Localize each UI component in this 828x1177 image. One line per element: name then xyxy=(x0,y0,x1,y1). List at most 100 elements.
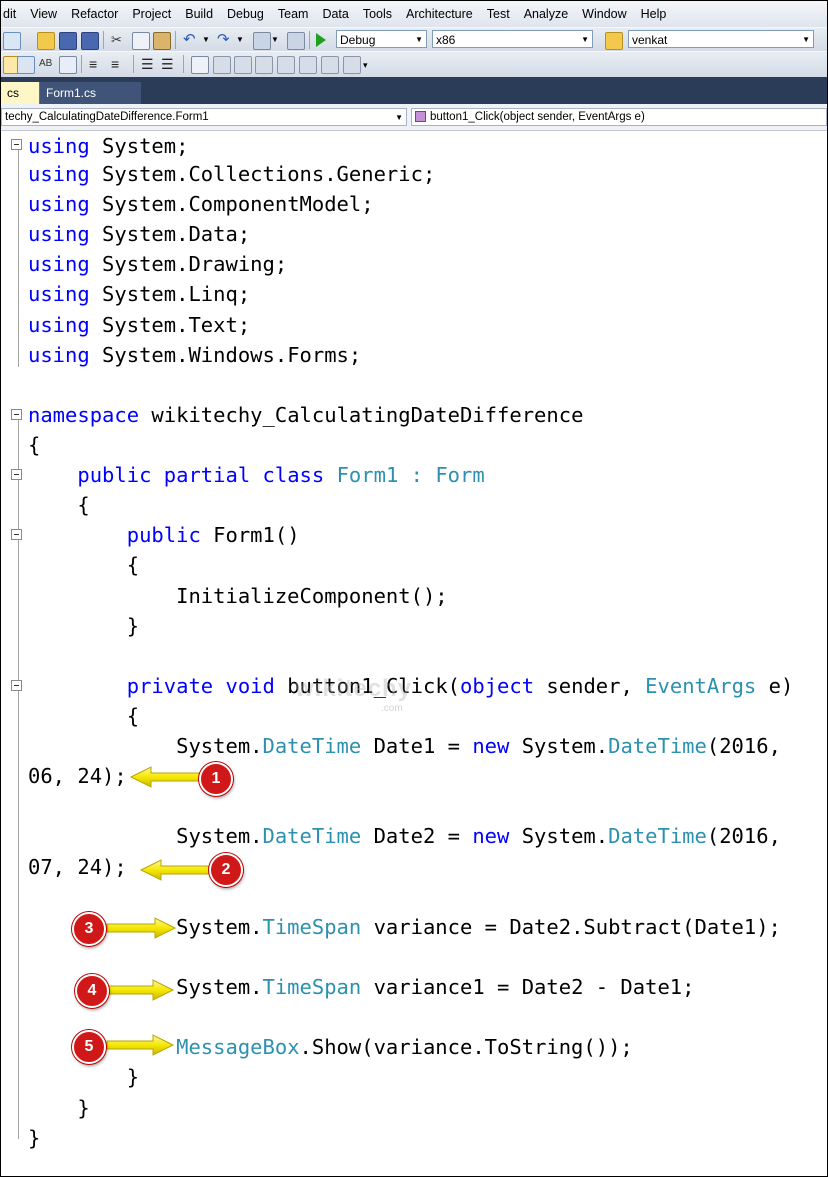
menu-analyze[interactable]: Analyze xyxy=(517,1,575,27)
code-type: MessageBox xyxy=(176,1035,300,1059)
decrease-indent-icon[interactable]: ≡ xyxy=(89,56,105,72)
member-select-value: button1_Click(object sender, EventArgs e… xyxy=(430,111,645,123)
redo-icon[interactable]: ↷ xyxy=(217,32,233,48)
menu-build[interactable]: Build xyxy=(178,1,220,27)
redo-dropdown-icon[interactable]: ▼ xyxy=(236,32,252,48)
code-text: e) xyxy=(756,674,794,698)
menu-project[interactable]: Project xyxy=(125,1,178,27)
code-keyword: class xyxy=(262,463,325,487)
save-icon[interactable] xyxy=(59,32,77,50)
menu-edit[interactable]: dit xyxy=(1,1,23,27)
watermark-logo: wikitechy xyxy=(295,675,413,702)
next-bookmark-document-icon[interactable] xyxy=(321,56,339,74)
open-folder-icon[interactable] xyxy=(37,32,55,50)
code-keyword: using xyxy=(28,134,90,158)
member-select[interactable]: button1_Click(object sender, EventArgs e… xyxy=(411,108,827,126)
toolbar-options-icon[interactable]: ▾ xyxy=(363,56,379,72)
code-line: using System; xyxy=(28,131,188,161)
code-keyword: using xyxy=(28,192,90,216)
navigate-backward-icon[interactable] xyxy=(253,32,271,50)
menu-help[interactable]: Help xyxy=(634,1,674,27)
menu-window[interactable]: Window xyxy=(575,1,633,27)
previous-bookmark-folder-icon[interactable] xyxy=(255,56,273,74)
chevron-down-icon: ▼ xyxy=(581,35,589,44)
navigate-forward-icon[interactable] xyxy=(287,32,305,50)
type-select[interactable]: techy_CalculatingDateDifference.Form1 ▼ xyxy=(1,108,407,126)
code-type: : xyxy=(398,463,436,487)
solution-configuration-value: Debug xyxy=(340,33,376,47)
code-keyword: new xyxy=(472,734,510,758)
type-select-value: techy_CalculatingDateDifference.Form1 xyxy=(5,111,209,123)
toolbar-separator xyxy=(183,55,184,73)
code-line: System.DateTime Date2 = new System.DateT… xyxy=(28,821,781,851)
menu-view[interactable]: View xyxy=(23,1,64,27)
code-text: System.Collections.Generic; xyxy=(89,162,436,186)
increase-indent-icon[interactable]: ≡ xyxy=(111,56,127,72)
new-project-icon[interactable] xyxy=(3,32,21,50)
step-marker-4: 4 xyxy=(75,974,109,1008)
save-all-icon[interactable] xyxy=(81,32,99,50)
code-line: System.TimeSpan variance1 = Date2 - Date… xyxy=(28,972,695,1002)
comment-lines-icon[interactable]: ☰ xyxy=(141,56,157,72)
code-line: } xyxy=(28,1065,140,1089)
code-keyword: public xyxy=(77,463,152,487)
paste-icon[interactable] xyxy=(153,32,171,50)
code-line: 06, 24); xyxy=(28,764,127,788)
tab-form1-cs[interactable]: cs xyxy=(1,82,39,104)
code-text: variance1 = Date2 - Date1; xyxy=(361,975,695,999)
menu-data[interactable]: Data xyxy=(315,1,355,27)
code-line: } xyxy=(28,1096,90,1120)
copy-icon[interactable] xyxy=(132,32,150,50)
watermark-suffix: .com xyxy=(381,703,403,714)
code-type: DateTime xyxy=(608,824,707,848)
find-in-files-icon[interactable] xyxy=(605,32,623,50)
cut-icon[interactable]: ✂ xyxy=(111,32,127,48)
code-text: Date1 = xyxy=(361,734,473,758)
code-text: .Show(variance.ToString()); xyxy=(299,1035,633,1059)
code-text: wikitechy_CalculatingDateDifference xyxy=(139,403,584,427)
solution-platform-value: x86 xyxy=(436,33,456,47)
step-marker-1: 1 xyxy=(199,762,233,796)
start-debugging-icon[interactable] xyxy=(316,33,326,47)
menu-team[interactable]: Team xyxy=(271,1,316,27)
code-editor[interactable]: using System; using System.Collections.G… xyxy=(1,131,827,1176)
menu-test[interactable]: Test xyxy=(480,1,517,27)
word-completion-icon[interactable]: AB xyxy=(39,56,55,72)
navigate-dropdown-icon[interactable]: ▼ xyxy=(271,32,287,48)
find-input[interactable]: venkat ▼ xyxy=(628,30,814,48)
toolbar-separator xyxy=(175,31,176,49)
display-word-completion-icon[interactable] xyxy=(59,56,77,74)
solution-platform-select[interactable]: x86 ▼ xyxy=(432,30,593,48)
chevron-down-icon: ▼ xyxy=(415,35,423,44)
code-keyword: void xyxy=(225,674,275,698)
code-text: Date2 = xyxy=(361,824,473,848)
solution-configuration-select[interactable]: Debug ▼ xyxy=(336,30,427,48)
next-bookmark-icon[interactable] xyxy=(234,56,252,74)
menu-tools[interactable]: Tools xyxy=(356,1,399,27)
clear-bookmarks-icon[interactable] xyxy=(343,56,361,74)
previous-bookmark-icon[interactable] xyxy=(213,56,231,74)
undo-icon[interactable]: ↶ xyxy=(183,32,199,48)
bookmark-icon[interactable] xyxy=(191,56,209,74)
chevron-down-icon: ▼ xyxy=(802,35,810,44)
menu-refactor[interactable]: Refactor xyxy=(64,1,125,27)
code-type: DateTime xyxy=(262,824,362,848)
collapse-icon[interactable] xyxy=(11,469,22,480)
code-text: System. xyxy=(28,824,263,848)
previous-bookmark-document-icon[interactable] xyxy=(299,56,317,74)
code-text: sender, xyxy=(534,674,646,698)
code-text: System. xyxy=(28,734,263,758)
tab-form1-design[interactable]: Form1.cs [Design] xyxy=(39,82,141,122)
collapse-icon[interactable] xyxy=(11,409,22,420)
collapse-icon[interactable] xyxy=(11,139,22,150)
menu-debug[interactable]: Debug xyxy=(220,1,271,27)
collapse-icon[interactable] xyxy=(11,680,22,691)
uncomment-lines-icon[interactable]: ☰ xyxy=(161,56,177,72)
undo-dropdown-icon[interactable]: ▼ xyxy=(202,32,218,48)
next-bookmark-folder-icon[interactable] xyxy=(277,56,295,74)
menu-architecture[interactable]: Architecture xyxy=(399,1,480,27)
code-text: System.Data; xyxy=(89,222,251,246)
parameter-info-icon[interactable] xyxy=(17,56,35,74)
collapse-icon[interactable] xyxy=(11,529,22,540)
